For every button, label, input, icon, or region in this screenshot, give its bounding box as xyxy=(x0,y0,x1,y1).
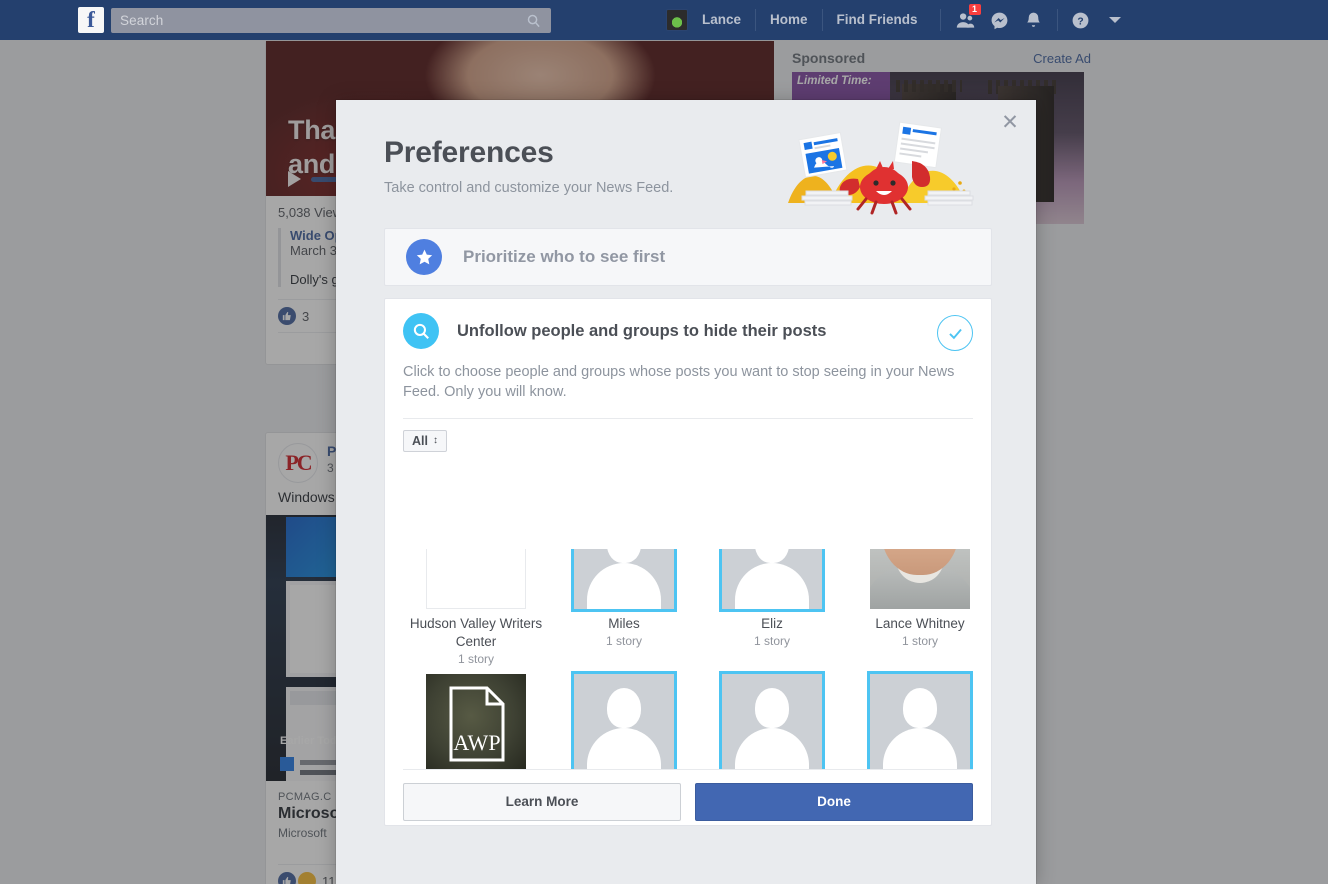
dialog-subtitle: Take control and customize your News Fee… xyxy=(384,180,674,196)
updown-caret-icon: ↕ xyxy=(432,435,438,446)
facebook-logo-icon[interactable]: f xyxy=(78,7,104,33)
unfollow-tile[interactable]: YV Hudson Valley Writers Center 1 story xyxy=(403,549,549,674)
divider xyxy=(939,9,941,31)
divider xyxy=(1056,9,1058,31)
unfollow-thumbnail[interactable] xyxy=(722,674,822,769)
unfollow-item-story: 1 story xyxy=(605,634,642,648)
nav-home-link[interactable]: Home xyxy=(756,0,822,40)
default-avatar-icon xyxy=(574,674,674,769)
unfollow-item-name: Miles xyxy=(608,616,640,631)
unfollow-item-story: 1 story xyxy=(753,634,790,648)
unfollow-tile[interactable]: AWPAssociation of Writers & Writing…1 st… xyxy=(403,674,549,769)
preferences-dialog: ✕ Preferences Take control and customize… xyxy=(336,100,1036,884)
default-avatar-icon xyxy=(870,674,970,769)
star-icon xyxy=(406,239,442,275)
svg-text:AWP: AWP xyxy=(453,730,500,755)
unfollow-title: Unfollow people and groups to hide their… xyxy=(457,321,827,340)
search-input[interactable]: Search xyxy=(111,7,551,33)
unfollow-tile[interactable]: Eliz 1 story xyxy=(699,549,845,674)
unfollow-thumbnail[interactable]: AWP xyxy=(426,674,526,769)
avatar[interactable] xyxy=(666,9,688,31)
magnifier-icon xyxy=(403,313,439,349)
unfollow-thumbnail[interactable] xyxy=(722,549,822,609)
unfollow-grid-scroll[interactable]: YVHudson Valley Writers Center1 storyMil… xyxy=(403,549,973,769)
learn-more-button[interactable]: Learn More xyxy=(403,782,681,821)
unfollow-tile[interactable]: Rufus FireflyUnfollowed xyxy=(699,674,845,769)
chevron-down-icon xyxy=(1108,17,1121,23)
dialog-title: Preferences xyxy=(384,136,554,169)
unfollow-tile[interactable]: Robert1 story xyxy=(551,674,697,769)
friend-request-badge: 1 xyxy=(968,4,981,15)
unfollow-item-name: Eliz xyxy=(761,616,783,631)
unfollow-tile[interactable]: Lance Whitney 1 story xyxy=(847,549,973,674)
account-menu-icon[interactable] xyxy=(1098,0,1132,40)
filter-label: All xyxy=(412,434,428,448)
profile-photo xyxy=(870,549,970,609)
notifications-icon[interactable] xyxy=(1017,0,1051,40)
unfollow-description: Click to choose people and groups whose … xyxy=(403,364,955,400)
navbar-right-group: Lance Home Find Friends 1 ? xyxy=(660,0,1132,40)
check-circle-icon[interactable] xyxy=(937,315,973,351)
unfollow-item-story: 1 story xyxy=(457,652,494,666)
awp-logo-icon: AWP xyxy=(426,674,526,769)
unfollow-thumbnail[interactable] xyxy=(574,549,674,609)
crab-newspaper-illustration xyxy=(788,121,974,215)
unfollow-item-name: Lance Whitney xyxy=(875,616,965,631)
nav-find-friends-link[interactable]: Find Friends xyxy=(823,0,932,40)
close-icon[interactable]: ✕ xyxy=(998,112,1022,136)
unfollow-item-story: 1 story xyxy=(901,634,938,648)
search-icon[interactable] xyxy=(516,9,550,32)
unfollow-thumbnail[interactable] xyxy=(870,674,970,769)
unfollow-item-name: Hudson Valley Writers Center xyxy=(409,616,543,649)
filter-dropdown[interactable]: All ↕ xyxy=(403,430,447,452)
default-avatar-icon xyxy=(722,549,822,609)
hudson-valley-logo-icon: YV xyxy=(426,549,526,609)
default-avatar-icon xyxy=(574,549,674,609)
friend-requests-icon[interactable]: 1 xyxy=(949,0,983,40)
messenger-icon[interactable] xyxy=(983,0,1017,40)
facebook-top-navbar: f Search Lance Home Find Friends 1 ? xyxy=(0,0,1328,40)
prioritize-label: Prioritize who to see first xyxy=(463,247,666,266)
unfollow-thumbnail[interactable]: YV xyxy=(426,549,526,609)
default-avatar-icon xyxy=(722,674,822,769)
done-button[interactable]: Done xyxy=(695,782,973,821)
search-placeholder: Search xyxy=(120,12,164,28)
prioritize-section[interactable]: Prioritize who to see first xyxy=(384,228,992,286)
nav-profile-link[interactable]: Lance xyxy=(688,0,755,40)
help-icon[interactable]: ? xyxy=(1064,0,1098,40)
unfollow-section: Unfollow people and groups to hide their… xyxy=(384,298,992,826)
unfollow-tile[interactable]: EileUnfollowed xyxy=(847,674,973,769)
unfollow-header: Unfollow people and groups to hide their… xyxy=(385,299,991,349)
filter-row: All ↕ xyxy=(385,419,991,452)
svg-text:?: ? xyxy=(1077,16,1083,27)
unfollow-thumbnail[interactable] xyxy=(870,549,970,609)
unfollow-grid: YVHudson Valley Writers Center1 storyMil… xyxy=(403,549,973,769)
dialog-footer: Learn More Done xyxy=(403,769,973,825)
unfollow-thumbnail[interactable] xyxy=(574,674,674,769)
unfollow-tile[interactable]: Miles 1 story xyxy=(551,549,697,674)
